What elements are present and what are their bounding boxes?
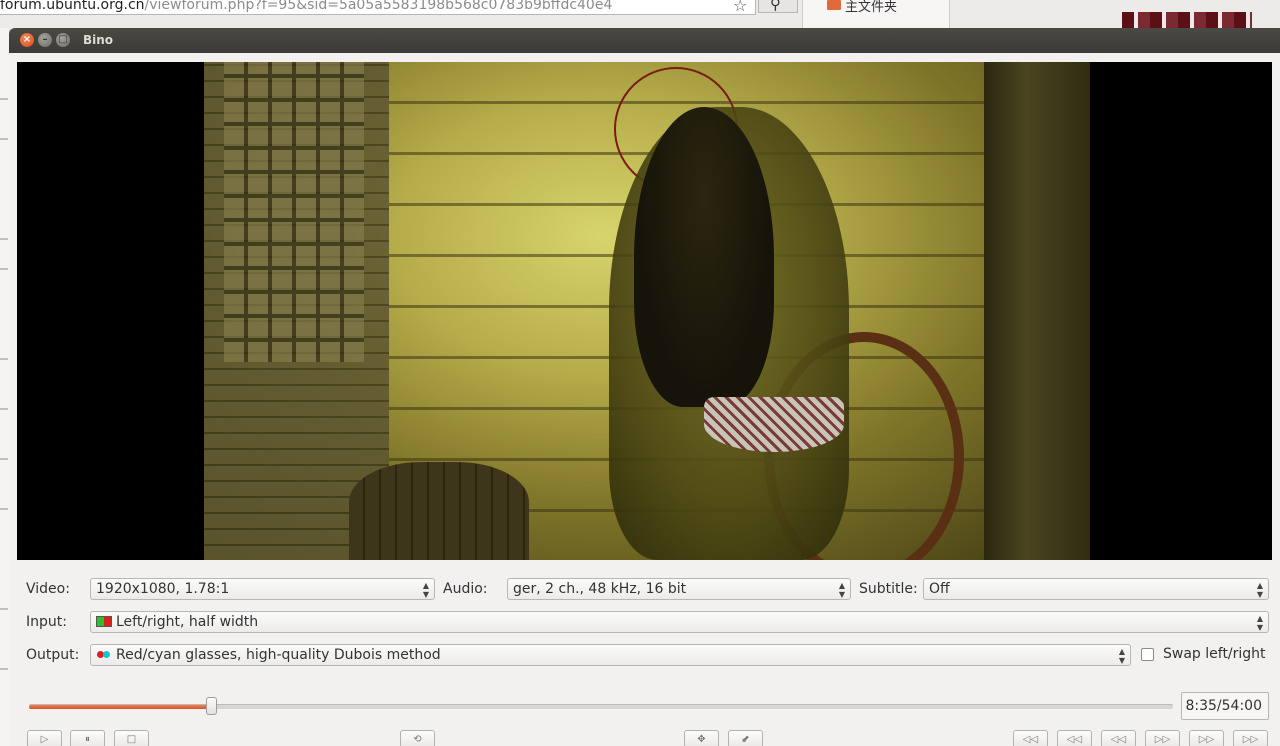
play-button[interactable]: ▷ <box>27 730 62 746</box>
seek-forward-10min-button[interactable]: ▷▷ <box>1233 730 1268 746</box>
seek-slider-progress <box>29 705 211 709</box>
fullscreen-button[interactable]: ✥ <box>684 730 719 746</box>
input-label: Input: <box>26 614 67 630</box>
seek-back-10s-button[interactable]: ◁◁ <box>1101 730 1136 746</box>
time-display: 8:35/54:00 <box>1181 692 1269 720</box>
home-folder-label: 主文件夹 <box>845 0 898 15</box>
close-window-button[interactable]: × <box>20 33 34 47</box>
select-arrows-icon: ▲ ▼ <box>838 581 845 599</box>
loop-icon: ⟲ <box>413 734 422 745</box>
audio-label: Audio: <box>443 581 488 597</box>
seek-back-1min-button[interactable]: ◁◁ <box>1057 730 1092 746</box>
bookmark-star-icon: ☆ <box>733 0 748 15</box>
anaglyph-glasses-icon <box>96 649 112 660</box>
background-file-panel: 主文件夹 <box>802 0 950 28</box>
subtitle-value: Off <box>929 581 950 597</box>
video-stream-select[interactable]: 1920x1080, 1.78:1 ▲ ▼ <box>90 578 435 600</box>
select-arrows-icon: ▲ ▼ <box>1256 614 1263 632</box>
close-icon: × <box>22 34 32 45</box>
video-barrel <box>349 462 529 560</box>
title-bar[interactable]: × – □ Bino <box>9 28 1280 53</box>
audio-stream-value: ger, 2 ch., 48 kHz, 16 bit <box>513 581 687 597</box>
background-search-button: ⚲ <box>758 0 798 13</box>
subtitle-select[interactable]: Off ▲ ▼ <box>923 578 1269 600</box>
video-label: Video: <box>26 581 70 597</box>
minimize-window-button[interactable]: – <box>38 33 52 47</box>
video-lattice <box>224 62 364 362</box>
fast-rewind-icon: ◁◁ <box>1022 734 1039 745</box>
seek-forward-1min-button[interactable]: ▷▷ <box>1189 730 1224 746</box>
seek-back-10min-button[interactable]: ◁◁ <box>1013 730 1048 746</box>
minimize-icon: – <box>42 34 48 45</box>
background-browser: forum.ubuntu.org.cn/viewforum.php?f=95&s… <box>0 0 1280 28</box>
maximize-window-button[interactable]: □ <box>56 33 70 47</box>
pause-button[interactable]: ⏸ <box>70 730 105 746</box>
url-path: /viewforum.php?f=95&sid=5a05a5583198b568… <box>144 0 613 13</box>
fullscreen-icon: ✥ <box>697 734 706 745</box>
output-mode-select[interactable]: Red/cyan glasses, high-quality Dubois me… <box>90 644 1131 666</box>
maximize-icon: □ <box>58 34 68 45</box>
video-frame <box>204 62 1090 560</box>
select-arrows-icon: ▲ ▼ <box>422 581 429 599</box>
home-folder-icon <box>827 0 841 10</box>
video-area[interactable] <box>17 62 1272 560</box>
stop-icon: □ <box>126 734 137 745</box>
video-garment <box>704 397 844 452</box>
fast-forward-icon: ▷▷ <box>1242 734 1259 745</box>
rewind-icon: ◁◁ <box>1066 734 1083 745</box>
seek-slider[interactable] <box>29 697 1173 715</box>
stop-button[interactable]: □ <box>114 730 149 746</box>
input-mode-value: Left/right, half width <box>116 614 259 630</box>
video-hair <box>634 107 774 407</box>
subtitle-label: Subtitle: <box>859 581 918 597</box>
select-arrows-icon: ▲ ▼ <box>1256 581 1263 599</box>
url-host: forum.ubuntu.org.cn <box>0 0 145 13</box>
zoom-icon: ⬋ <box>741 734 750 745</box>
forward-icon: ▷▷ <box>1198 734 1215 745</box>
step-back-icon: ◁◁ <box>1110 734 1127 745</box>
pause-icon: ⏸ <box>85 734 90 745</box>
seek-forward-10s-button[interactable]: ▷▷ <box>1145 730 1180 746</box>
seek-slider-thumb[interactable] <box>205 697 217 715</box>
select-arrows-icon: ▲ ▼ <box>1118 647 1125 665</box>
left-right-input-icon <box>96 616 112 627</box>
video-right-shadow <box>984 62 1090 560</box>
bino-window: × – □ Bino Video: 1920x1080, 1.78:1 ▲ ▼ A… <box>9 28 1280 746</box>
swap-left-right-checkbox[interactable] <box>1141 648 1154 661</box>
audio-stream-select[interactable]: ger, 2 ch., 48 kHz, 16 bit ▲ ▼ <box>507 578 851 600</box>
video-stream-value: 1920x1080, 1.78:1 <box>96 581 230 597</box>
swap-left-right-label[interactable]: Swap left/right <box>1163 646 1266 662</box>
background-thumbnail <box>1122 12 1252 28</box>
background-url-field: forum.ubuntu.org.cn/viewforum.php?f=95&s… <box>0 0 756 15</box>
zoom-button[interactable]: ⬋ <box>728 730 763 746</box>
window-title: Bino <box>83 33 114 47</box>
step-forward-icon: ▷▷ <box>1154 734 1171 745</box>
output-label: Output: <box>26 647 80 663</box>
search-icon: ⚲ <box>770 0 781 13</box>
input-mode-select[interactable]: Left/right, half width ▲ ▼ <box>90 611 1269 633</box>
output-mode-value: Red/cyan glasses, high-quality Dubois me… <box>116 647 441 663</box>
play-icon: ▷ <box>40 734 49 745</box>
loop-button[interactable]: ⟲ <box>400 730 435 746</box>
